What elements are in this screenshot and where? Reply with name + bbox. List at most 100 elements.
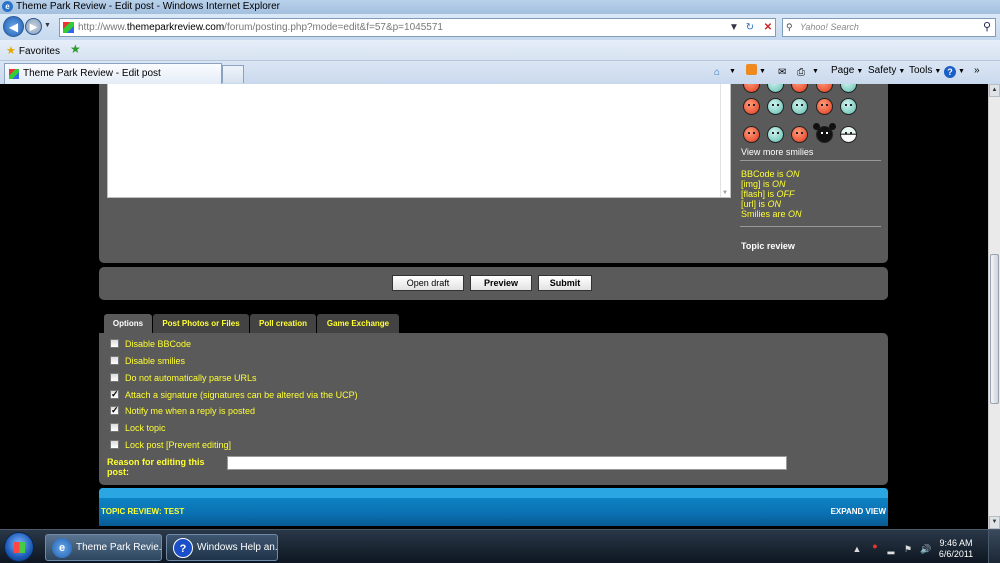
submit-button[interactable]: Submit xyxy=(538,275,592,291)
tab-theme-park-review[interactable]: Theme Park Review - Edit post xyxy=(4,63,222,84)
option-lock-topic[interactable]: Lock topic xyxy=(110,422,166,434)
print-button[interactable]: ⎙ ▼ xyxy=(797,63,819,79)
smilies-status-verb: are xyxy=(770,209,789,219)
scroll-thumb[interactable] xyxy=(990,254,999,404)
checkbox[interactable] xyxy=(110,339,119,348)
taskbar-item-ie[interactable]: e Theme Park Revie... xyxy=(45,534,162,561)
reason-input[interactable] xyxy=(227,456,787,470)
smiley-icon[interactable] xyxy=(840,98,857,115)
tools-menu[interactable]: Tools ▼ xyxy=(909,63,941,79)
refresh-icon[interactable]: ↻ xyxy=(742,19,758,36)
checkbox[interactable] xyxy=(110,423,119,432)
topic-review-bar: TOPIC REVIEW: TEST EXPAND VIEW xyxy=(99,488,888,526)
option-disable-bbcode[interactable]: Disable BBCode xyxy=(110,338,191,350)
search-icon[interactable]: ⚲ xyxy=(983,19,991,36)
option-lock-post[interactable]: Lock post [Prevent editing] xyxy=(110,439,231,451)
clock-date: 6/6/2011 xyxy=(938,549,974,559)
feed-icon xyxy=(746,64,757,75)
option-label: Disable smilies xyxy=(125,356,186,366)
site-favicon xyxy=(63,22,74,33)
start-button[interactable] xyxy=(4,532,34,562)
more-commands-button[interactable]: » xyxy=(974,63,980,79)
search-provider-icon: ⚲ xyxy=(786,22,793,32)
expand-view-link[interactable]: EXPAND VIEW xyxy=(831,507,886,516)
safety-menu-label: Safety xyxy=(868,65,897,76)
tab-poll-creation[interactable]: Poll creation xyxy=(250,314,316,333)
textarea-scrollbar[interactable]: ▼ xyxy=(720,84,730,197)
tab-options[interactable]: Options xyxy=(104,314,152,333)
option-disable-smilies[interactable]: Disable smilies xyxy=(110,355,185,367)
checkbox-checked[interactable] xyxy=(110,404,119,416)
smiley-icon[interactable] xyxy=(791,98,808,115)
smiley-icon[interactable] xyxy=(767,84,784,93)
show-hidden-icons-arrow[interactable]: ▲ xyxy=(852,544,862,554)
smiley-icon[interactable] xyxy=(791,84,808,93)
review-bar-stripe xyxy=(99,488,888,498)
flash-status: [flash] is OFF xyxy=(741,189,795,199)
checkbox[interactable] xyxy=(110,440,119,449)
navigation-bar: ◀ ▶ ▼ http://www.themeparkreview.com/for… xyxy=(0,14,1000,40)
feeds-button[interactable]: ▼ xyxy=(746,63,766,79)
tray-app-icon[interactable]: ● xyxy=(870,541,880,551)
option-notify-reply[interactable]: Notify me when a reply is posted xyxy=(110,404,255,417)
smiley-icon[interactable] xyxy=(767,126,784,143)
url-domain: themeparkreview.com xyxy=(126,22,225,33)
scroll-down-arrow-icon[interactable]: ▼ xyxy=(722,190,728,196)
search-input[interactable]: ⚲ Yahoo! Search ⚲ xyxy=(782,18,996,37)
message-textarea[interactable]: ▼ xyxy=(107,84,731,198)
taskbar-item-help[interactable]: ? Windows Help an... xyxy=(166,534,278,561)
show-desktop-button[interactable] xyxy=(988,530,1000,563)
option-disable-url-parse[interactable]: Do not automatically parse URLs xyxy=(110,372,257,384)
flash-status-verb: is xyxy=(765,189,777,199)
smiley-icon[interactable] xyxy=(791,126,808,143)
back-button[interactable]: ◀ xyxy=(3,16,24,37)
forward-button[interactable]: ▶ xyxy=(25,18,42,35)
address-dropdown-icon[interactable]: ▼ xyxy=(726,19,742,36)
bbcode-status: BBCode is ON xyxy=(741,169,800,179)
favorites-button[interactable]: ★ Favorites xyxy=(6,44,60,57)
options-panel: Disable BBCode Disable smilies Do not au… xyxy=(99,333,888,485)
window-title-bar: e Theme Park Review - Edit post - Window… xyxy=(0,0,1000,14)
smiley-icon[interactable] xyxy=(816,84,833,93)
checkbox[interactable] xyxy=(110,373,119,382)
home-button[interactable]: ⌂ ▼ xyxy=(714,63,736,79)
smiley-icon[interactable] xyxy=(840,84,857,93)
new-tab-button[interactable] xyxy=(222,65,244,83)
stop-icon[interactable]: ✕ xyxy=(760,19,776,36)
bbcode-status-verb: is xyxy=(774,169,787,179)
reason-label: Reason for editing this post: xyxy=(107,457,205,477)
action-center-icon[interactable]: ⚑ xyxy=(903,544,913,554)
page-scrollbar[interactable]: ▲ ▼ xyxy=(988,84,1000,529)
page-menu[interactable]: Page ▼ xyxy=(831,63,863,79)
smiley-icon[interactable] xyxy=(743,98,760,115)
help-icon: ? xyxy=(173,538,193,558)
read-mail-button[interactable]: ✉ xyxy=(778,63,791,79)
pokeball-smiley-icon[interactable] xyxy=(840,126,857,143)
network-icon[interactable]: ▂ xyxy=(886,544,896,554)
recent-pages-dropdown-icon[interactable]: ▼ xyxy=(44,22,51,29)
img-status-verb: is xyxy=(760,179,773,189)
smiley-icon[interactable] xyxy=(743,84,760,93)
open-draft-button[interactable]: Open draft xyxy=(392,275,464,291)
smiley-icon[interactable] xyxy=(767,98,784,115)
favorites-label: Favorites xyxy=(18,46,60,57)
smiley-icon[interactable] xyxy=(743,126,760,143)
scroll-down-arrow-icon[interactable]: ▼ xyxy=(989,516,1000,529)
mouse-smiley-icon[interactable] xyxy=(813,123,833,143)
tab-post-photos[interactable]: Post Photos or Files xyxy=(153,314,249,333)
checkbox[interactable] xyxy=(110,356,119,365)
system-clock[interactable]: 9:46 AM 6/6/2011 xyxy=(936,538,976,560)
checkbox-checked[interactable] xyxy=(110,388,119,400)
tab-game-exchange[interactable]: Game Exchange xyxy=(317,314,399,333)
preview-button[interactable]: Preview xyxy=(470,275,532,291)
view-more-smilies-link[interactable]: View more smilies xyxy=(741,147,813,157)
add-to-favorites-bar-icon[interactable]: ★ xyxy=(70,42,81,56)
scroll-up-arrow-icon[interactable]: ▲ xyxy=(989,84,1000,97)
smiley-icon[interactable] xyxy=(816,98,833,115)
option-attach-signature[interactable]: Attach a signature (signatures can be al… xyxy=(110,388,358,401)
address-bar[interactable]: http://www.themeparkreview.com/forum/pos… xyxy=(59,18,776,37)
home-icon: ⌂ xyxy=(714,67,721,78)
help-menu[interactable]: ? ▼ xyxy=(944,63,965,79)
volume-icon[interactable]: 🔊 xyxy=(920,544,931,554)
safety-menu[interactable]: Safety ▼ xyxy=(868,63,905,79)
